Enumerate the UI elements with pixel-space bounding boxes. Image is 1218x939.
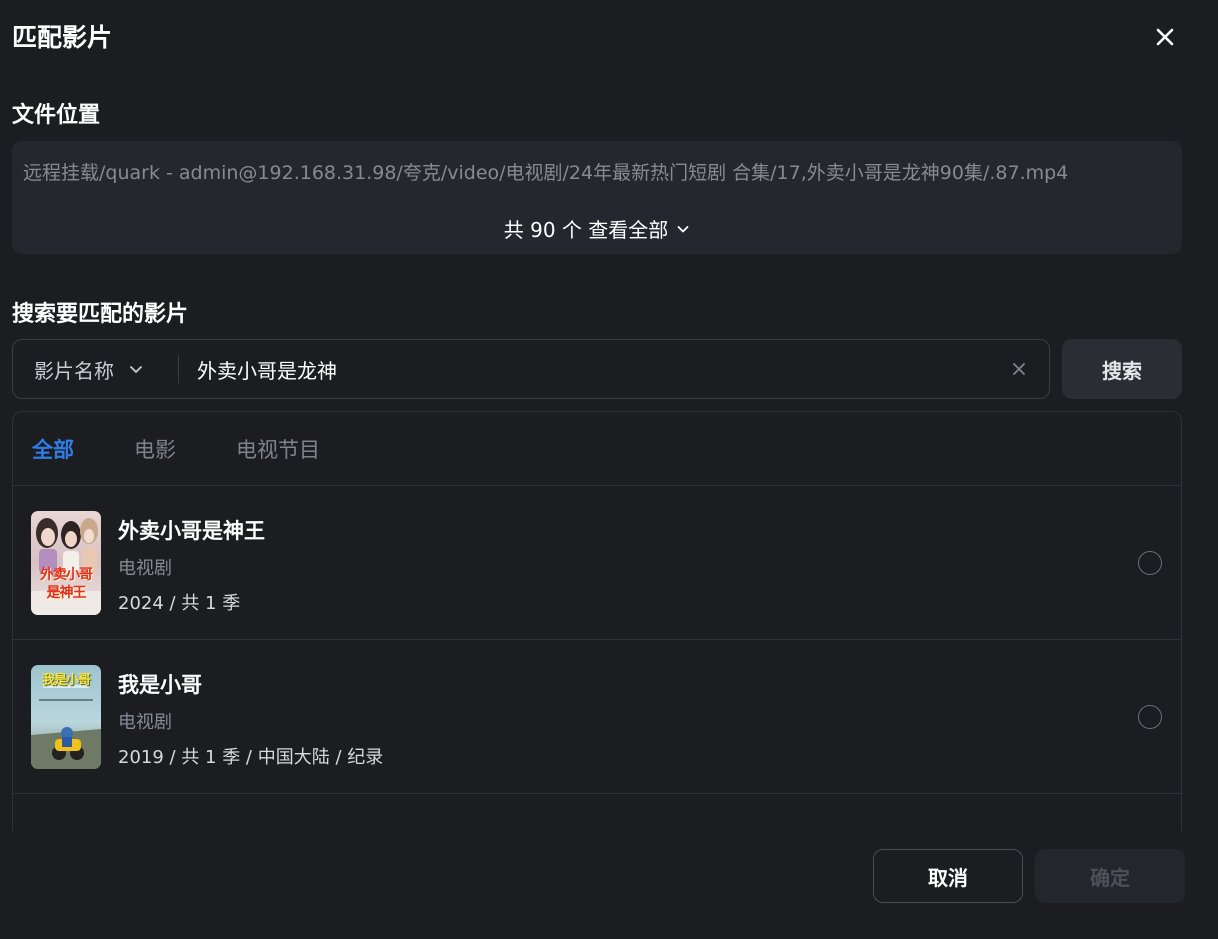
result-meta: 2019 / 共 1 季 / 中国大陆 / 纪录	[118, 747, 384, 768]
poster-title: 我是小哥	[41, 673, 91, 688]
clear-icon[interactable]	[1012, 362, 1026, 376]
search-type-dropdown[interactable]: 影片名称	[34, 340, 144, 398]
tab-movies[interactable]: 电影	[134, 434, 176, 464]
result-title: 外卖小哥是神王	[118, 519, 265, 543]
result-item[interactable]: 外卖小哥 是神王 外卖小哥是神王 电视剧 2024 / 共 1 季	[13, 486, 1181, 640]
search-type-label: 影片名称	[34, 358, 114, 383]
poster-title-line-2: 是神王	[46, 585, 87, 601]
search-button[interactable]: 搜索	[1062, 339, 1182, 399]
poster-title-line-1: 外卖小哥	[40, 567, 93, 583]
result-radio[interactable]	[1138, 551, 1162, 575]
search-box: 影片名称	[12, 339, 1050, 399]
result-meta: 2024 / 共 1 季	[118, 593, 241, 614]
poster-image: 外卖小哥 是神王	[31, 511, 101, 615]
search-input[interactable]	[197, 340, 987, 398]
confirm-button[interactable]: 确定	[1035, 849, 1185, 903]
search-divider	[178, 355, 179, 383]
view-all-label: 共 90 个 查看全部	[503, 218, 669, 242]
tab-bar: 全部 电影 电视节目	[13, 412, 1181, 486]
results-panel: 全部 电影 电视节目 外卖小哥 是神王 外卖小哥是神王 电视剧 2024 / 共…	[12, 411, 1182, 831]
file-location-title: 文件位置	[12, 103, 101, 128]
result-type: 电视剧	[118, 712, 172, 733]
close-button[interactable]	[1150, 22, 1180, 52]
dialog-title: 匹配影片	[12, 23, 113, 52]
file-location-box: 远程挂载/quark - admin@192.168.31.98/夸克/vide…	[12, 141, 1182, 254]
result-type: 电视剧	[118, 558, 172, 579]
chevron-down-icon	[677, 225, 689, 232]
search-section-title: 搜索要匹配的影片	[12, 302, 189, 327]
cancel-button[interactable]: 取消	[873, 849, 1023, 903]
close-icon[interactable]	[1155, 27, 1175, 47]
view-all-button[interactable]: 共 90 个 查看全部	[12, 214, 1182, 243]
result-item[interactable]: 我是小哥 我是小哥 电视剧 2019 / 共 1 季 / 中国大陆 / 纪录	[13, 640, 1181, 794]
file-path: 远程挂载/quark - admin@192.168.31.98/夸克/vide…	[23, 162, 1069, 184]
chevron-down-icon	[130, 366, 142, 373]
clear-search-button[interactable]	[1009, 359, 1029, 379]
poster-image: 我是小哥	[31, 665, 101, 769]
tab-all[interactable]: 全部	[32, 434, 74, 464]
result-title: 我是小哥	[118, 673, 202, 697]
tab-tv-shows[interactable]: 电视节目	[236, 434, 320, 464]
result-radio[interactable]	[1138, 705, 1162, 729]
